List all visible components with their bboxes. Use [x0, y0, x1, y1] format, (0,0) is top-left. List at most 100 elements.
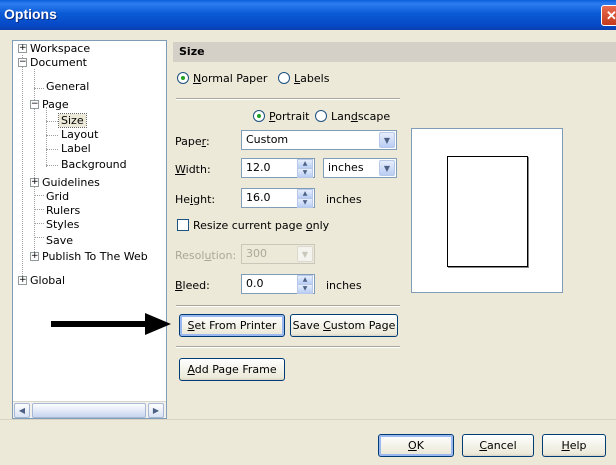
resolution-select[interactable]: 300 ▼ — [241, 244, 315, 264]
tree-item-styles[interactable]: Styles — [46, 218, 79, 232]
tree-line — [46, 149, 58, 150]
collapse-icon[interactable]: − — [30, 100, 39, 109]
mnemonic: B — [175, 279, 183, 292]
scroll-right-icon[interactable]: ▶ — [148, 403, 164, 418]
units-select[interactable]: inches ▼ — [323, 158, 397, 178]
dropdown-arrow-icon[interactable]: ▼ — [297, 246, 313, 262]
separator — [176, 346, 400, 348]
paper-label: Paper: — [175, 135, 210, 148]
tree-item-document[interactable]: Document — [30, 56, 87, 70]
label-text: ortrait — [275, 110, 310, 123]
label-text: : — [205, 135, 210, 148]
tree-horizontal-scrollbar[interactable]: ◀ ▶ — [13, 401, 166, 418]
label-text: ght: — [193, 193, 216, 206]
help-button[interactable]: Help — [542, 434, 606, 457]
tree-item-grid[interactable]: Grid — [46, 190, 69, 204]
label-text: scape — [357, 110, 391, 123]
tree-line — [34, 69, 35, 252]
dialog-button-bar: OK Cancel Help — [0, 419, 616, 465]
label-text: elp — [569, 439, 587, 452]
spin-down-icon[interactable]: ▼ — [297, 168, 313, 178]
mnemonic: O — [408, 439, 417, 452]
dropdown-arrow-icon[interactable]: ▼ — [379, 160, 395, 176]
resize-current-page-checkbox[interactable] — [177, 219, 189, 231]
paper-select[interactable]: Custom ▼ — [241, 130, 397, 150]
title-bar[interactable]: Options ✕ — [0, 0, 616, 30]
mnemonic: N — [193, 72, 202, 85]
paper-value: Custom — [246, 133, 289, 146]
labels-radio[interactable] — [278, 72, 290, 84]
label-text: Resol — [175, 249, 205, 262]
tree-item-global[interactable]: Global — [30, 274, 65, 288]
normal-paper-label[interactable]: Normal Paper — [193, 72, 267, 85]
label-text: abels — [300, 72, 330, 85]
spin-down-icon[interactable]: ▼ — [297, 284, 313, 294]
tree-item-guidelines[interactable]: Guidelines — [42, 176, 100, 190]
expand-icon[interactable]: + — [18, 44, 27, 53]
mnemonic: W — [175, 163, 186, 176]
height-label: Height: — [175, 193, 215, 206]
spin-down-icon[interactable]: ▼ — [297, 198, 313, 208]
landscape-radio[interactable] — [315, 110, 327, 122]
label-text: Save — [292, 319, 324, 332]
add-page-frame-button[interactable]: Add Page Frame — [179, 358, 285, 381]
portrait-radio[interactable] — [253, 110, 265, 122]
collapse-icon[interactable]: − — [18, 58, 27, 67]
options-tree[interactable]: + Workspace − Document General − Page Si… — [12, 40, 167, 419]
ok-button[interactable]: OK — [378, 434, 454, 457]
scroll-thumb[interactable] — [32, 403, 146, 418]
normal-paper-radio[interactable] — [177, 72, 189, 84]
close-button[interactable]: ✕ — [601, 5, 616, 26]
tree-item-size-label: Size — [58, 113, 87, 128]
mnemonic: C — [323, 319, 331, 332]
scroll-left-icon[interactable]: ◀ — [14, 403, 30, 418]
expand-icon[interactable]: + — [30, 252, 39, 261]
mnemonic: C — [479, 439, 488, 452]
separator — [176, 305, 400, 307]
tree-item-page[interactable]: Page — [42, 98, 69, 112]
mnemonic: d — [350, 110, 358, 123]
bleed-spinner[interactable]: ▲ ▼ — [297, 275, 313, 295]
height-spinner[interactable]: ▲ ▼ — [297, 189, 313, 209]
tree-line — [34, 195, 44, 196]
tree-item-workspace[interactable]: Workspace — [30, 42, 90, 56]
expand-icon[interactable]: + — [30, 178, 39, 187]
label-text: Lan — [331, 110, 351, 123]
tree-item-general[interactable]: General — [46, 80, 89, 94]
landscape-label[interactable]: Landscape — [331, 110, 390, 123]
page-preview — [411, 128, 563, 293]
pointer-arrow-icon — [51, 313, 171, 335]
bleed-value: 0.0 — [246, 277, 264, 290]
label-text: Pape — [175, 135, 202, 148]
dropdown-arrow-icon[interactable]: ▼ — [379, 132, 395, 148]
tree-line — [46, 121, 58, 122]
label-text: ancel — [487, 439, 517, 452]
tree-item-background[interactable]: Background — [61, 158, 127, 172]
tree-line — [22, 55, 23, 280]
label-text: et From Printer — [194, 319, 277, 332]
tree-item-save[interactable]: Save — [46, 234, 73, 248]
mnemonic: S — [187, 319, 195, 332]
labels-label[interactable]: Labels — [294, 72, 329, 85]
options-dialog: Options ✕ + Workspace − Document General… — [0, 0, 616, 465]
tree-item-size[interactable]: Size — [58, 113, 87, 128]
tree-item-publish-to-web[interactable]: Publish To The Web — [42, 250, 148, 264]
expand-icon[interactable]: + — [18, 276, 27, 285]
separator — [176, 98, 400, 100]
portrait-label[interactable]: Portrait — [269, 110, 309, 123]
resize-current-page-label[interactable]: Resize current page only — [193, 219, 329, 232]
set-from-printer-button[interactable]: Set From Printer — [179, 314, 285, 337]
tree-item-rulers[interactable]: Rulers — [46, 204, 80, 218]
save-custom-page-button[interactable]: Save Custom Page — [290, 314, 398, 337]
width-spinner[interactable]: ▲ ▼ — [297, 159, 313, 179]
tree-line — [46, 165, 58, 166]
tree-line — [34, 88, 44, 89]
tree-item-label[interactable]: Label — [61, 142, 91, 156]
label-text: idth: — [185, 163, 211, 176]
cancel-button[interactable]: Cancel — [462, 434, 534, 457]
tree-line — [34, 209, 44, 210]
tree-item-layout[interactable]: Layout — [61, 128, 98, 142]
label-text: ormal Paper — [201, 72, 268, 85]
width-label: Width: — [175, 163, 211, 176]
tree-line — [34, 237, 44, 238]
